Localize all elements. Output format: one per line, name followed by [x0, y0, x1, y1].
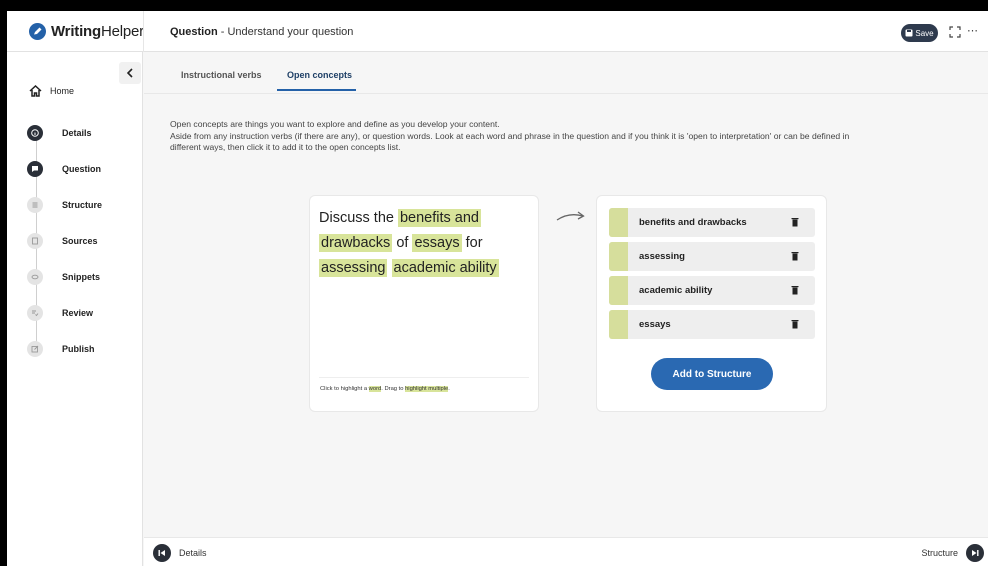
trash-icon[interactable] — [791, 319, 799, 329]
concept-item[interactable]: assessing — [609, 242, 815, 271]
question-text: Discuss the benefits and drawbacks of es… — [319, 206, 529, 281]
header: WritingHelper Question - Understand your… — [7, 11, 988, 52]
chat-icon — [27, 161, 43, 177]
tab-open-concepts[interactable]: Open concepts — [287, 70, 352, 80]
concept-label: essays — [639, 319, 671, 330]
highlighted-phrase[interactable]: drawbacks — [319, 234, 393, 252]
sidebar-item-details[interactable]: Details — [27, 125, 92, 141]
highlighted-phrase[interactable]: assessing — [319, 259, 388, 277]
concept-label: assessing — [639, 251, 685, 262]
skip-forward-icon — [966, 544, 984, 562]
review-icon — [27, 305, 43, 321]
concept-color-bar — [609, 208, 628, 237]
sidebar: Home Details Question Structure Sources … — [7, 52, 143, 566]
question-card: Discuss the benefits and drawbacks of es… — [309, 195, 539, 412]
logo[interactable]: WritingHelper — [29, 23, 144, 40]
concept-color-bar — [609, 276, 628, 305]
highlighted-phrase[interactable]: benefits and — [397, 209, 481, 227]
previous-step-button[interactable]: Details — [153, 544, 207, 562]
concept-item[interactable]: benefits and drawbacks — [609, 208, 815, 237]
concept-item[interactable]: essays — [609, 310, 815, 339]
sidebar-item-question[interactable]: Question — [27, 161, 101, 177]
concept-label: benefits and drawbacks — [639, 217, 747, 228]
save-button[interactable]: Save — [901, 24, 938, 42]
concept-color-bar — [609, 310, 628, 339]
tabs-divider — [144, 93, 988, 94]
tab-bar: Instructional verbs Open concepts — [144, 52, 988, 93]
arrow-right-icon — [556, 211, 585, 221]
sidebar-item-review[interactable]: Review — [27, 305, 93, 321]
chevron-left-icon — [126, 68, 133, 78]
sidebar-item-home[interactable]: Home — [29, 85, 74, 97]
question-word[interactable]: of — [392, 235, 412, 251]
link-icon — [27, 269, 43, 285]
home-icon — [29, 85, 42, 97]
publish-icon — [27, 341, 43, 357]
footer-nav: Details Structure — [144, 537, 988, 566]
app-window: WritingHelper Question - Understand your… — [7, 0, 988, 566]
list-icon — [27, 197, 43, 213]
next-step-button[interactable]: Structure — [921, 544, 984, 562]
header-divider — [143, 11, 144, 52]
card-divider — [319, 377, 529, 378]
open-concepts-card: benefits and drawbacks assessing academi… — [596, 195, 827, 412]
question-word[interactable]: for — [462, 235, 483, 251]
concept-label: academic ability — [639, 285, 713, 296]
page-title: Question - Understand your question — [170, 26, 354, 38]
trash-icon[interactable] — [791, 285, 799, 295]
add-to-structure-button[interactable]: Add to Structure — [651, 358, 773, 390]
concept-color-bar — [609, 242, 628, 271]
highlighted-phrase[interactable]: essays — [412, 234, 462, 252]
question-word[interactable]: Discuss the — [319, 210, 398, 226]
skip-back-icon — [153, 544, 171, 562]
top-edge — [7, 0, 988, 11]
trash-icon[interactable] — [791, 217, 799, 227]
save-icon — [905, 29, 913, 37]
instructions-text: Open concepts are things you want to exp… — [170, 119, 850, 152]
more-options-icon[interactable]: ⋯ — [967, 24, 979, 37]
collapse-sidebar-button[interactable] — [119, 62, 141, 84]
logo-text: WritingHelper — [51, 23, 144, 40]
book-icon — [27, 233, 43, 249]
sidebar-item-structure[interactable]: Structure — [27, 197, 102, 213]
sidebar-item-snippets[interactable]: Snippets — [27, 269, 100, 285]
info-icon — [27, 125, 43, 141]
sidebar-item-sources[interactable]: Sources — [27, 233, 98, 249]
logo-icon — [29, 23, 46, 40]
active-tab-indicator — [277, 89, 356, 91]
tab-instructional-verbs[interactable]: Instructional verbs — [181, 70, 262, 80]
highlighted-phrase[interactable]: academic ability — [391, 259, 499, 277]
fullscreen-icon[interactable] — [948, 25, 962, 39]
trash-icon[interactable] — [791, 251, 799, 261]
concept-item[interactable]: academic ability — [609, 276, 815, 305]
sidebar-item-publish[interactable]: Publish — [27, 341, 95, 357]
highlight-hint: Click to highlight a word. Drag to highl… — [320, 386, 450, 392]
